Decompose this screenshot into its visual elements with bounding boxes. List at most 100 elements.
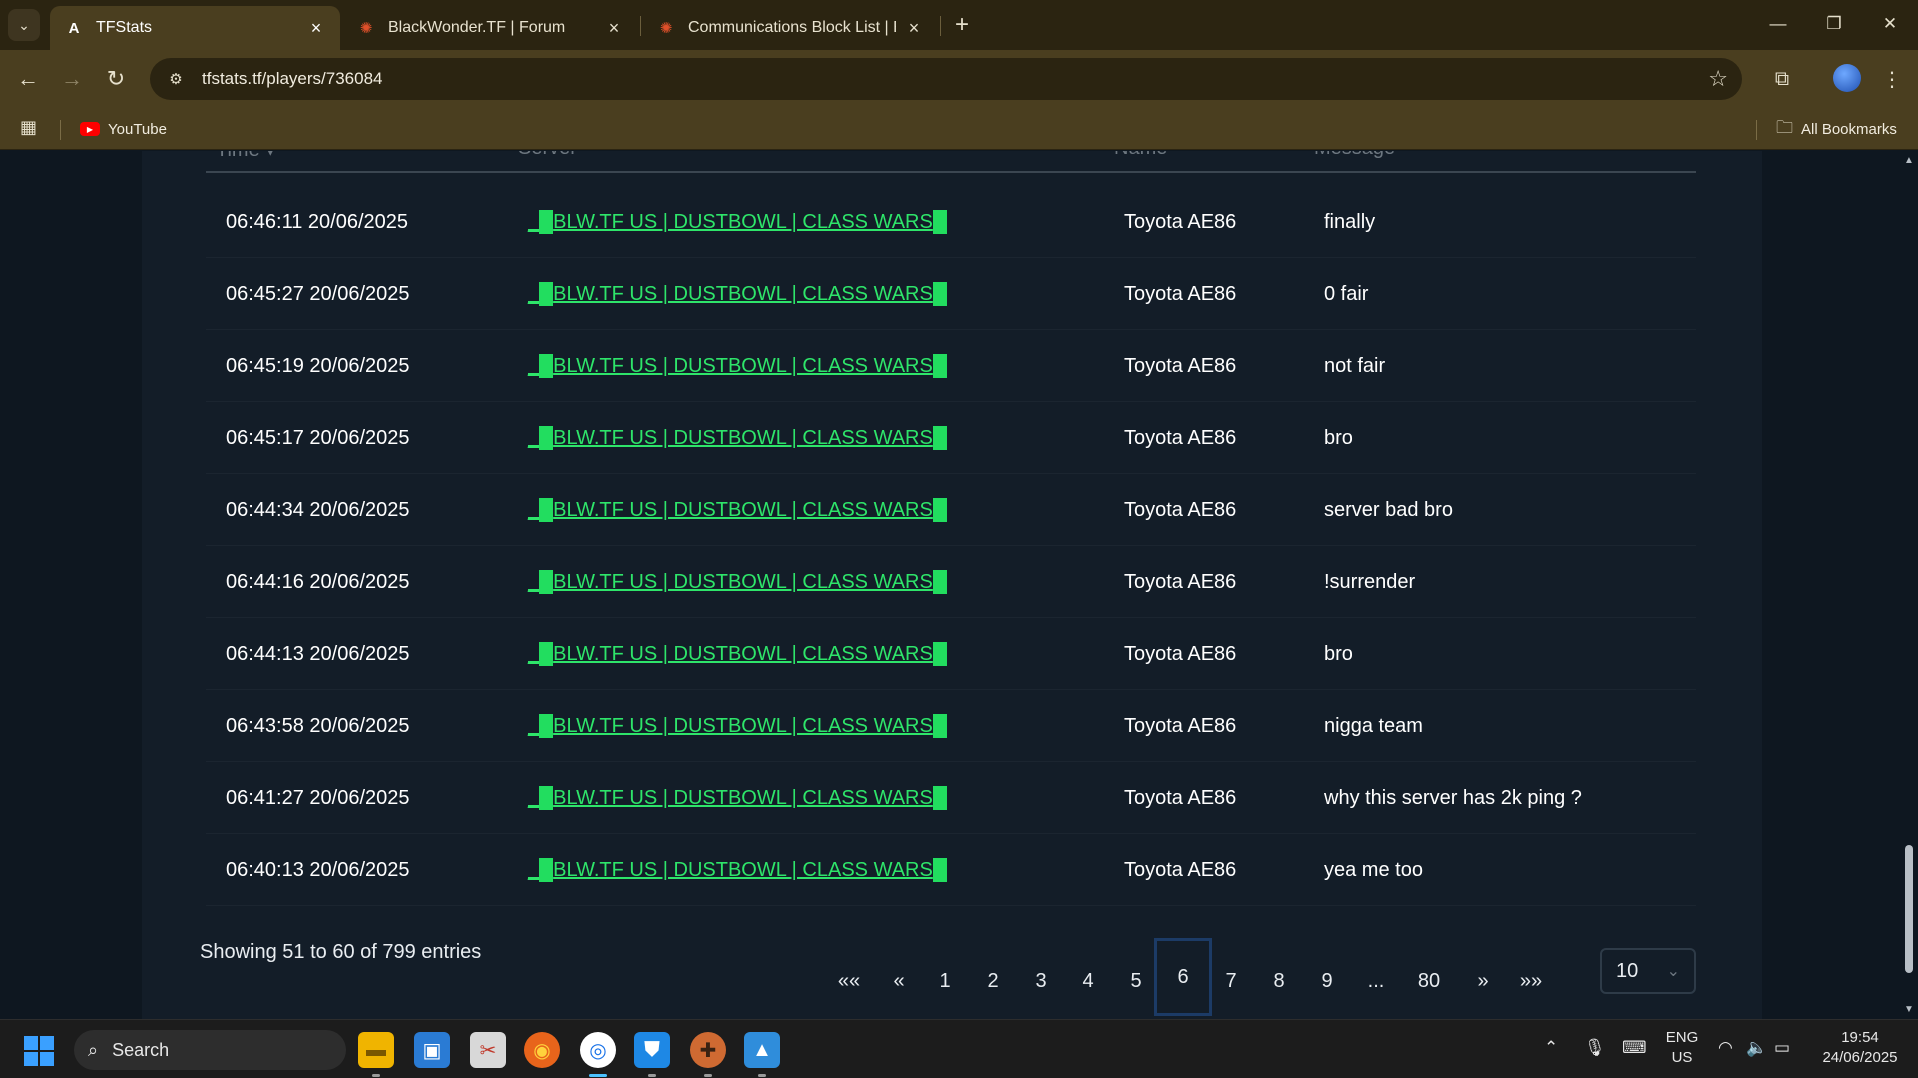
time-cell: 06:40:13 20/06/2025 <box>226 858 410 881</box>
url-text[interactable]: tfstats.tf/players/736084 <box>202 69 383 89</box>
arrow-right-icon: → <box>61 66 83 91</box>
message-cell: !surrender <box>1324 570 1416 593</box>
page-button[interactable]: 8 <box>1264 959 1294 1003</box>
server-link[interactable]: _ BLW.TF US | DUSTBOWL | CLASS WARS <box>528 474 947 546</box>
page-scrollbar[interactable]: ▲ ▼ <box>1900 151 1918 1019</box>
kebab-menu-icon: ⋮ <box>1882 68 1902 91</box>
file-explorer-icon[interactable]: ▬ <box>358 1032 394 1068</box>
table-row: 06:46:11 20/06/2025 _ BLW.TF US | DUSTBOW… <box>206 186 1696 258</box>
minimize-button[interactable]: — <box>1750 0 1806 48</box>
page-button[interactable]: 3 <box>1026 959 1056 1003</box>
running-indicator-active <box>589 1074 607 1077</box>
column-header-message[interactable]: Message <box>1314 151 1395 160</box>
bookmark-youtube[interactable]: ▶ YouTube <box>80 116 167 142</box>
page-last-button[interactable]: »» <box>1516 959 1546 1003</box>
snipping-tool-icon[interactable]: ✂ <box>470 1032 506 1068</box>
language-indicator[interactable]: ENG US <box>1662 1028 1702 1068</box>
wifi-icon[interactable]: ◠ <box>1718 1038 1733 1058</box>
tab-title: BlackWonder.TF | Forum <box>388 19 566 36</box>
page-button-current[interactable]: 6 <box>1154 938 1212 1016</box>
bookmark-separator <box>60 120 61 140</box>
restore-icon: ❐ <box>1826 14 1842 33</box>
page-button[interactable]: 80 <box>1414 959 1444 1003</box>
page-button[interactable]: 2 <box>978 959 1008 1003</box>
forward-button[interactable]: → <box>56 63 88 95</box>
block-glyph <box>539 282 554 306</box>
tab-separator <box>640 16 641 36</box>
apps-grid-icon[interactable]: ▦ <box>20 117 44 141</box>
server-link[interactable]: _ BLW.TF US | DUSTBOWL | CLASS WARS <box>528 690 947 762</box>
tab-blackwonder-forum[interactable]: ✺ BlackWonder.TF | Forum × <box>342 6 638 50</box>
address-bar[interactable]: ⚙ tfstats.tf/players/736084 ☆ <box>150 58 1742 100</box>
windows-start-icon[interactable] <box>24 1036 54 1066</box>
block-glyph <box>932 498 947 522</box>
time-cell: 06:45:27 20/06/2025 <box>226 282 410 305</box>
new-tab-button[interactable]: + <box>948 10 976 40</box>
store-icon[interactable]: ⛊ <box>634 1032 670 1068</box>
column-header-server[interactable]: Server <box>518 151 577 160</box>
bookmark-star-icon[interactable]: ☆ <box>1708 66 1728 92</box>
restore-button[interactable]: ❐ <box>1806 0 1862 48</box>
tab-communications-block-list[interactable]: ✺ Communications Block List | Bla × <box>642 6 938 50</box>
server-link[interactable]: _ BLW.TF US | DUSTBOWL | CLASS WARS <box>528 834 947 906</box>
control-panel-icon[interactable]: ▣ <box>414 1032 450 1068</box>
clock[interactable]: 19:54 24/06/2025 <box>1810 1028 1910 1068</box>
server-link[interactable]: _ BLW.TF US | DUSTBOWL | CLASS WARS <box>528 330 947 402</box>
column-header-time[interactable]: Time ▾ <box>216 151 275 162</box>
close-icon[interactable]: × <box>904 18 924 38</box>
volume-icon[interactable]: 🔈 <box>1746 1038 1767 1058</box>
close-icon[interactable]: × <box>306 18 326 38</box>
back-button[interactable]: ← <box>12 63 44 95</box>
block-glyph <box>539 354 554 378</box>
profile-avatar[interactable] <box>1833 64 1861 92</box>
close-window-button[interactable]: ✕ <box>1862 0 1918 48</box>
page-button[interactable]: 9 <box>1312 959 1342 1003</box>
page-button[interactable]: 7 <box>1216 959 1246 1003</box>
page-button[interactable]: 5 <box>1121 959 1151 1003</box>
tf2-icon[interactable]: ✚ <box>690 1032 726 1068</box>
running-indicator <box>758 1074 766 1077</box>
bookmark-label: YouTube <box>108 120 167 138</box>
site-info-icon[interactable]: ⚙ <box>164 67 188 91</box>
per-page-value: 10 <box>1616 959 1639 982</box>
tfstats-favicon-icon: A <box>68 19 80 37</box>
message-cell: finally <box>1324 210 1376 233</box>
search-icon: ⌕ <box>88 1039 99 1060</box>
close-icon[interactable]: × <box>604 18 624 38</box>
per-page-select[interactable]: 10 ⌄ <box>1600 948 1696 994</box>
block-glyph <box>539 210 554 234</box>
scrollbar-thumb[interactable] <box>1905 845 1913 973</box>
keyboard-icon[interactable]: ⌨ <box>1622 1038 1647 1058</box>
server-link[interactable]: _ BLW.TF US | DUSTBOWL | CLASS WARS <box>528 618 947 690</box>
scroll-up-icon[interactable]: ▲ <box>1904 155 1914 166</box>
firefox-icon[interactable]: ◉ <box>524 1032 560 1068</box>
battery-icon[interactable]: ▭ <box>1774 1038 1790 1058</box>
close-icon: ✕ <box>1882 14 1898 33</box>
taskbar-search[interactable]: ⌕ Search <box>74 1030 346 1070</box>
browser-menu-button[interactable]: ⋮ <box>1876 63 1908 95</box>
microphone-icon[interactable]: 🎙 <box>1584 1038 1606 1058</box>
column-header-name[interactable]: Name <box>1114 151 1167 160</box>
server-link[interactable]: _ BLW.TF US | DUSTBOWL | CLASS WARS <box>528 546 947 618</box>
extensions-button[interactable]: ⧉ <box>1766 63 1798 95</box>
scroll-down-icon[interactable]: ▼ <box>1904 1004 1914 1015</box>
tray-overflow-icon[interactable]: ⌃ <box>1544 1038 1558 1058</box>
server-link[interactable]: _ BLW.TF US | DUSTBOWL | CLASS WARS <box>528 402 947 474</box>
page-button[interactable]: 4 <box>1073 959 1103 1003</box>
chrome-icon[interactable]: ◎ <box>580 1032 616 1068</box>
page-prev-button[interactable]: « <box>884 959 914 1003</box>
page-button[interactable]: 1 <box>930 959 960 1003</box>
table-row: 06:45:17 20/06/2025 _ BLW.TF US | DUSTBOW… <box>206 402 1696 474</box>
server-link[interactable]: _ BLW.TF US | DUSTBOWL | CLASS WARS <box>528 186 947 258</box>
page-first-button[interactable]: «« <box>834 959 864 1003</box>
search-label: Search <box>112 1039 170 1060</box>
tab-tfstats[interactable]: A TFStats × <box>50 6 340 50</box>
page-next-button[interactable]: » <box>1468 959 1498 1003</box>
reload-button[interactable]: ↻ <box>100 63 132 95</box>
all-bookmarks-button[interactable]: 🗀 All Bookmarks <box>1776 116 1897 142</box>
server-link[interactable]: _ BLW.TF US | DUSTBOWL | CLASS WARS <box>528 258 947 330</box>
running-indicator <box>648 1074 656 1077</box>
photos-icon[interactable]: ▲ <box>744 1032 780 1068</box>
tab-search-button[interactable]: ⌄ <box>8 9 40 41</box>
server-link[interactable]: _ BLW.TF US | DUSTBOWL | CLASS WARS <box>528 762 947 834</box>
